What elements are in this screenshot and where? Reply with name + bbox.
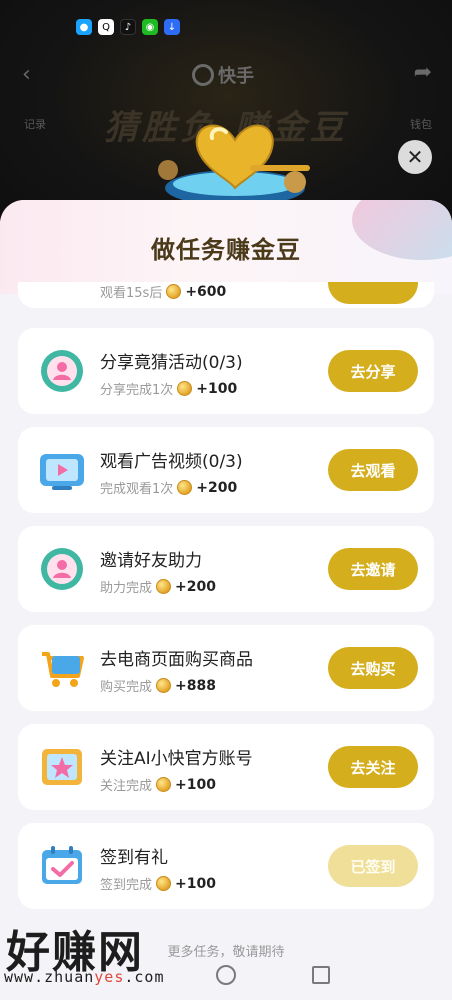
avatar-badge-icon (38, 547, 86, 591)
download-app-icon: ↓ (164, 19, 180, 35)
task-card: 签到有礼 签到完成 +100 已签到 (18, 823, 434, 909)
calendar-check-icon (38, 844, 86, 888)
kuaishou-logo-icon (192, 64, 214, 86)
tiktok-app-icon: ♪ (120, 19, 136, 35)
task-subtitle: 观看15s后 +600 (100, 283, 227, 302)
buy-button[interactable]: 去购买 (328, 647, 418, 689)
task-action-button[interactable] (328, 282, 418, 304)
task-title: 去电商页面购买商品 (100, 650, 253, 670)
tv-play-icon (38, 448, 86, 492)
task-title: 邀请好友助力 (100, 551, 202, 571)
task-subtitle: 助力完成 +200 (100, 578, 216, 597)
back-arrow-icon[interactable]: ‹ (22, 62, 31, 87)
task-title: 分享竟猜活动(0/3) (100, 353, 243, 373)
coin-icon (177, 381, 193, 396)
home-nav-icon[interactable] (216, 965, 236, 985)
task-card: 观看15s后 +600 (18, 282, 434, 308)
task-title: 观看广告视频(0/3) (100, 452, 243, 472)
task-subtitle: 关注完成 +100 (100, 776, 216, 795)
brand-logo: 快手 (192, 62, 254, 88)
avatar-badge-icon (38, 349, 86, 393)
close-button[interactable]: ✕ (398, 140, 432, 174)
watermark-url: www.zhuanyes.com (4, 968, 165, 986)
watch-button[interactable]: 去观看 (328, 449, 418, 491)
coin-icon (156, 876, 172, 891)
recent-apps-nav-icon[interactable] (312, 966, 330, 984)
share-button[interactable]: 去分享 (328, 350, 418, 392)
message-app-icon: ● (76, 19, 92, 35)
coin-icon (156, 777, 172, 792)
qq-app-icon: Q (98, 19, 114, 35)
task-subtitle: 完成观看1次 +200 (100, 479, 238, 498)
task-title: 签到有礼 (100, 848, 168, 868)
coin-icon (166, 284, 182, 299)
invite-button[interactable]: 去邀请 (328, 548, 418, 590)
task-card: 观看广告视频(0/3) 完成观看1次 +200 去观看 (18, 427, 434, 513)
task-subtitle: 购买完成 +888 (100, 677, 216, 696)
signed-in-button: 已签到 (328, 845, 418, 887)
sheet-header: 做任务赚金豆 (0, 200, 452, 294)
follow-button[interactable]: 去关注 (328, 746, 418, 788)
task-card: 去电商页面购买商品 购买完成 +888 去购买 (18, 625, 434, 711)
sheet-title: 做任务赚金豆 (151, 236, 301, 264)
task-card: 邀请好友助力 助力完成 +200 去邀请 (18, 526, 434, 612)
coin-icon (177, 480, 193, 495)
brand-name: 快手 (218, 66, 254, 87)
star-frame-icon (38, 745, 86, 789)
wechat-app-icon: ◉ (142, 19, 158, 35)
task-subtitle: 分享完成1次 +100 (100, 380, 238, 399)
task-card: 关注AI小快官方账号 关注完成 +100 去关注 (18, 724, 434, 810)
coin-icon (156, 579, 172, 594)
task-subtitle: 签到完成 +100 (100, 875, 216, 894)
share-icon[interactable]: ➦ (414, 60, 432, 85)
shopping-cart-icon (38, 646, 86, 690)
task-sheet: 做任务赚金豆 观看15s后 +600 分享竟猜活动(0/3) 分享完成1次 +1… (0, 200, 452, 1000)
task-title: 关注AI小快官方账号 (100, 749, 253, 769)
coin-icon (156, 678, 172, 693)
task-card: 分享竟猜活动(0/3) 分享完成1次 +100 去分享 (18, 328, 434, 414)
status-bar-icons: ● Q ♪ ◉ ↓ (76, 19, 180, 35)
